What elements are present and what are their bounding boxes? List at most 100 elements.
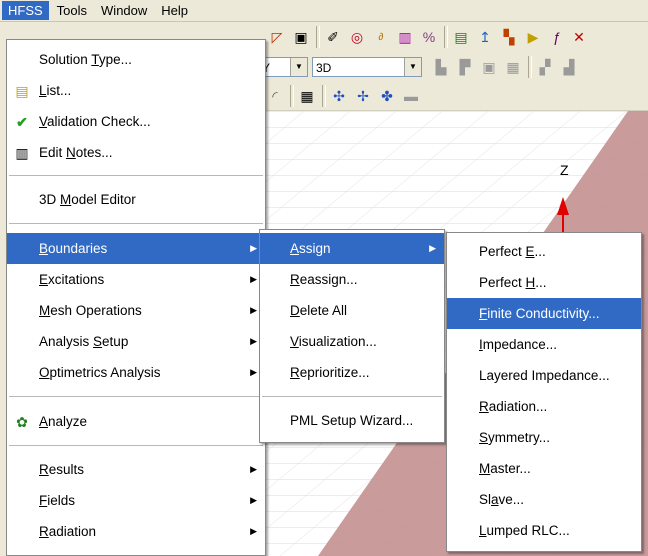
menu-tools[interactable]: Tools [51, 1, 93, 20]
menu-item-fields[interactable]: Fields ▶ [7, 485, 265, 516]
menu-hfss[interactable]: HFSS [2, 1, 49, 20]
menu-item-solution-type[interactable]: Solution Type... [7, 44, 265, 75]
menu-item-label: 3D Model Editor [39, 192, 136, 207]
menu-item-results[interactable]: Results ▶ [7, 454, 265, 485]
menu-item-symmetry[interactable]: Symmetry... [447, 422, 641, 453]
menu-item-label: Analyze [39, 414, 88, 429]
menu-item-label: Visualization... [290, 334, 377, 349]
menu-bar: HFSS Tools Window Help [0, 0, 648, 22]
submenu-arrow-icon: ▶ [250, 464, 257, 474]
menu-window[interactable]: Window [95, 1, 153, 20]
menu-item-label: Reprioritize... [290, 365, 370, 380]
cs-set-icon[interactable]: ▬ [400, 85, 422, 107]
submenu-arrow-icon: ▶ [250, 274, 257, 284]
analyze-icon: ✿ [16, 413, 28, 430]
toolbar-3: ◜ ▦ ✣ ✢ ✤ ▬ [258, 82, 648, 111]
menu-item-label: Mesh Operations [39, 303, 142, 318]
function-icon[interactable]: ƒ [546, 26, 568, 48]
menu-item-label: Layered Impedance... [479, 368, 610, 383]
submenu-arrow-icon: ▶ [250, 243, 257, 253]
z-axis-label: Z [560, 162, 569, 178]
menu-item-analysis-setup[interactable]: Analysis Setup ▶ [7, 326, 265, 357]
snap-icon[interactable]: ▙ [430, 56, 452, 78]
field-icon[interactable]: ▚ [498, 26, 520, 48]
menu-item-label: List... [39, 83, 72, 98]
menu-item-label: Symmetry... [479, 430, 551, 445]
list-icon: ▤ [15, 82, 29, 99]
menu-item-label: Fields [39, 493, 76, 508]
menu-item-lumped-rlc[interactable]: Lumped RLC... [447, 515, 641, 546]
menu-item-pml-setup-wizard[interactable]: PML Setup Wizard... [260, 405, 444, 436]
validation-check-icon: ✔ [16, 113, 28, 130]
cs-relative-icon[interactable]: ✣ [328, 85, 350, 107]
menu-item-label: Radiation [39, 524, 97, 539]
menu-item-label: Master... [479, 461, 531, 476]
submenu-arrow-icon: ▶ [250, 526, 257, 536]
menu-separator [9, 396, 263, 397]
toolbar-1: ◸ ▣ ✐ ◎ ∂ ▥ % ▤ ↥ ▚ ▶ ƒ ✕ [258, 22, 648, 53]
mode-combo[interactable]: 3D ▼ [312, 57, 422, 77]
draw-line-icon[interactable]: ◸ [266, 26, 288, 48]
menu-item-mesh-operations[interactable]: Mesh Operations ▶ [7, 295, 265, 326]
plot-icon[interactable]: ↥ [474, 26, 496, 48]
menu-item-reprioritize[interactable]: Reprioritize... [260, 357, 444, 388]
rotate-icon[interactable]: ▟ [558, 56, 580, 78]
cs-offset-icon[interactable]: ✢ [352, 85, 374, 107]
menu-item-layered-impedance[interactable]: Layered Impedance... [447, 360, 641, 391]
menu-item-label: Boundaries [39, 241, 108, 256]
menu-help[interactable]: Help [155, 1, 194, 20]
menu-item-label: Edit Notes... [39, 145, 113, 160]
bar-chart-icon[interactable]: ▥ [394, 26, 416, 48]
menu-item-edit-notes[interactable]: ▥ Edit Notes... [7, 137, 265, 168]
menu-item-label: Excitations [39, 272, 105, 287]
menu-item-master[interactable]: Master... [447, 453, 641, 484]
menu-item-assign[interactable]: Assign ▶ [260, 233, 444, 264]
menu-item-impedance[interactable]: Impedance... [447, 329, 641, 360]
menu-item-label: Solution Type... [39, 52, 132, 67]
target-icon[interactable]: ◎ [346, 26, 368, 48]
menu-item-label: Analysis Setup [39, 334, 129, 349]
menu-item-list[interactable]: ▤ List... [7, 75, 265, 106]
move-icon[interactable]: ▞ [534, 56, 556, 78]
report-icon[interactable]: ▤ [450, 26, 472, 48]
menu-item-perfect-h[interactable]: Perfect H... [447, 267, 641, 298]
menu-item-3d-model-editor[interactable]: 3D Model Editor [7, 184, 265, 215]
animate-icon[interactable]: ▶ [522, 26, 544, 48]
menu-item-label: Finite Conductivity... [479, 306, 600, 321]
error-icon[interactable]: ✕ [568, 26, 590, 48]
menu-item-radiation-boundary[interactable]: Radiation... [447, 391, 641, 422]
menu-item-validation-check[interactable]: ✔ Validation Check... [7, 106, 265, 137]
snap-face-icon[interactable]: ▣ [478, 56, 500, 78]
menu-item-label: Lumped RLC... [479, 523, 570, 538]
notes-icon: ▥ [15, 144, 29, 161]
derivative-icon[interactable]: ∂ [370, 26, 392, 48]
menu-item-slave[interactable]: Slave... [447, 484, 641, 515]
snap-center-icon[interactable]: ▦ [502, 56, 524, 78]
menu-item-label: Perfect E... [479, 244, 546, 259]
cs-face-icon[interactable]: ✤ [376, 85, 398, 107]
hfss-menu: Solution Type... ▤ List... ✔ Validation Ch… [6, 39, 266, 556]
grid-icon[interactable]: ▦ [296, 85, 318, 107]
menu-item-excitations[interactable]: Excitations ▶ [7, 264, 265, 295]
submenu-arrow-icon: ▶ [250, 495, 257, 505]
arc-icon[interactable]: ◜ [264, 85, 286, 107]
assign-submenu: Perfect E... Perfect H... Finite Conduct… [446, 232, 642, 552]
menu-item-radiation[interactable]: Radiation ▶ [7, 516, 265, 547]
menu-item-finite-conductivity[interactable]: Finite Conductivity... [447, 298, 641, 329]
submenu-arrow-icon: ▶ [429, 243, 436, 253]
menu-item-label: Validation Check... [39, 114, 151, 129]
chevron-down-icon[interactable]: ▼ [290, 58, 307, 76]
chevron-down-icon[interactable]: ▼ [404, 58, 421, 76]
snap-edge-icon[interactable]: ▛ [454, 56, 476, 78]
menu-item-perfect-e[interactable]: Perfect E... [447, 236, 641, 267]
menu-item-analyze[interactable]: ✿ Analyze [7, 406, 265, 437]
menu-item-visualization[interactable]: Visualization... [260, 326, 444, 357]
submenu-arrow-icon: ▶ [250, 336, 257, 346]
menu-item-reassign[interactable]: Reassign... [260, 264, 444, 295]
percent-icon[interactable]: % [418, 26, 440, 48]
menu-item-delete-all[interactable]: Delete All [260, 295, 444, 326]
menu-item-optimetrics-analysis[interactable]: Optimetrics Analysis ▶ [7, 357, 265, 388]
menu-item-boundaries[interactable]: Boundaries ▶ [7, 233, 265, 264]
copy-icon[interactable]: ▣ [290, 26, 312, 48]
brush-icon[interactable]: ✐ [322, 26, 344, 48]
